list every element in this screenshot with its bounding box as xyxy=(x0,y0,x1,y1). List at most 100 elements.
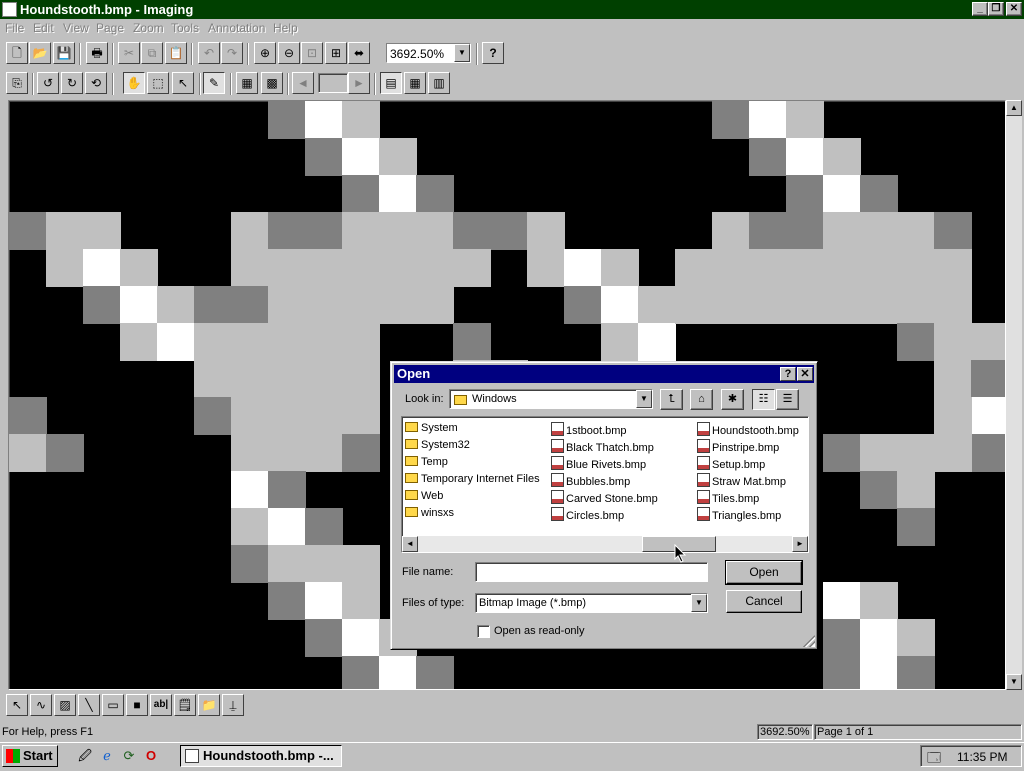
menu-help[interactable]: Help xyxy=(273,21,298,35)
new-icon[interactable]: 🗋 xyxy=(6,42,28,64)
list-item-folder[interactable]: Temporary Internet Files xyxy=(405,471,540,487)
chevron-down-icon[interactable]: ▼ xyxy=(636,390,652,408)
zoom-to-selection-icon[interactable]: ⊡ xyxy=(301,42,323,64)
list-view-icon[interactable]: ☷ xyxy=(752,389,775,410)
file-list[interactable]: System System32 Temp Temporary Internet … xyxy=(401,416,809,553)
annotation-toolbar-icon[interactable]: ✎ xyxy=(203,72,225,94)
paste-icon[interactable]: 📋 xyxy=(165,42,187,64)
text-from-file-icon[interactable]: 📁 xyxy=(198,694,220,716)
cut-icon[interactable]: ✂ xyxy=(118,42,140,64)
cancel-button[interactable]: Cancel xyxy=(726,590,802,613)
file-type-combo[interactable]: Bitmap Image (*.bmp) ▼ xyxy=(475,593,708,613)
redo-icon[interactable]: ↷ xyxy=(221,42,243,64)
drag-hand-icon[interactable]: ✋ xyxy=(123,72,145,94)
list-item-file[interactable]: Carved Stone.bmp xyxy=(551,488,658,505)
list-item-file[interactable]: Black Thatch.bmp xyxy=(551,437,654,454)
taskbar-task-houndstooth[interactable]: Houndstooth.bmp -... xyxy=(180,745,342,767)
text-icon[interactable]: ab| xyxy=(150,694,172,716)
hollow-rectangle-icon[interactable]: ▭ xyxy=(102,694,124,716)
best-fit-icon[interactable]: ⊞ xyxy=(325,42,347,64)
list-item-folder[interactable]: winsxs xyxy=(405,505,454,521)
fit-width-icon[interactable]: ⬌ xyxy=(348,42,370,64)
scroll-left-icon[interactable]: ◄ xyxy=(402,536,418,552)
dialog-title-bar[interactable]: Open ? ✕ xyxy=(394,365,814,383)
up-one-level-icon[interactable]: ⮤ xyxy=(660,389,683,410)
rubber-stamp-icon[interactable]: ⍊ xyxy=(222,694,244,716)
network-icon[interactable]: ⟳ xyxy=(120,747,138,765)
zoom-combo[interactable]: 3692.50% ▼ xyxy=(386,43,471,63)
freehand-line-icon[interactable]: ∿ xyxy=(30,694,52,716)
scan-insert-icon[interactable]: ▩ xyxy=(261,72,283,94)
scroll-right-icon[interactable]: ► xyxy=(792,536,808,552)
menu-zoom[interactable]: Zoom xyxy=(133,21,164,35)
menu-file[interactable]: File xyxy=(5,21,24,35)
file-name-field[interactable] xyxy=(475,562,708,582)
rotate-left-icon[interactable]: ↺ xyxy=(37,72,59,94)
clock[interactable]: 11:35 PM xyxy=(957,750,1007,764)
list-item-folder[interactable]: System32 xyxy=(405,437,470,453)
list-item-file[interactable]: Blue Rivets.bmp xyxy=(551,454,646,471)
minimize-button[interactable]: _ xyxy=(972,2,988,16)
filled-rectangle-icon[interactable]: ■ xyxy=(126,694,148,716)
scan-new-icon[interactable]: ▦ xyxy=(236,72,258,94)
chevron-down-icon[interactable]: ▼ xyxy=(454,44,470,62)
open-button[interactable]: Open xyxy=(725,560,803,585)
page-number-field[interactable] xyxy=(318,73,348,93)
highlighter-icon[interactable]: ▨ xyxy=(54,694,76,716)
menu-view[interactable]: View xyxy=(63,21,89,35)
menu-tools[interactable]: Tools xyxy=(171,21,199,35)
list-item-folder[interactable]: Temp xyxy=(405,454,448,470)
next-page-icon[interactable]: ► xyxy=(348,72,370,94)
desktop-icon[interactable]: ⌂ xyxy=(690,389,713,410)
help-icon[interactable]: ? xyxy=(482,42,504,64)
list-item-file[interactable]: 1stboot.bmp xyxy=(551,420,627,437)
menu-annotation[interactable]: Annotation xyxy=(208,21,265,35)
dialog-close-button[interactable]: ✕ xyxy=(797,367,813,381)
details-view-icon[interactable]: ☰ xyxy=(776,389,799,410)
menu-page[interactable]: Page xyxy=(96,21,124,35)
one-page-view-icon[interactable]: ▤ xyxy=(380,72,402,94)
list-item-file[interactable]: Pinstripe.bmp xyxy=(697,437,779,454)
scroll-up-icon[interactable]: ▲ xyxy=(1006,100,1022,116)
print-icon[interactable]: 🖶 xyxy=(86,42,108,64)
list-item-file[interactable]: Bubbles.bmp xyxy=(551,471,630,488)
previous-page-icon[interactable]: ◄ xyxy=(292,72,314,94)
save-icon[interactable]: 💾 xyxy=(53,42,75,64)
restore-button[interactable]: ❐ xyxy=(988,2,1004,16)
list-item-file[interactable]: Setup.bmp xyxy=(697,454,765,471)
annotation-pointer-icon[interactable]: ↖ xyxy=(6,694,28,716)
zoom-out-icon[interactable]: ⊖ xyxy=(278,42,300,64)
start-button[interactable]: Start xyxy=(2,745,58,767)
rotate-180-icon[interactable]: ⟲ xyxy=(85,72,107,94)
internet-explorer-icon[interactable]: ℯ xyxy=(98,747,116,765)
dialog-help-button[interactable]: ? xyxy=(780,367,796,381)
copy-icon[interactable]: ⧉ xyxy=(141,42,163,64)
select-image-icon[interactable]: ⬚ xyxy=(147,72,169,94)
list-item-folder[interactable]: Web xyxy=(405,488,443,504)
chevron-down-icon[interactable]: ▼ xyxy=(691,594,707,612)
opera-icon[interactable]: O xyxy=(142,747,160,765)
list-item-file[interactable]: Straw Mat.bmp xyxy=(697,471,786,488)
scroll-down-icon[interactable]: ▼ xyxy=(1006,674,1022,690)
undo-icon[interactable]: ↶ xyxy=(198,42,220,64)
look-in-combo[interactable]: Windows ▼ xyxy=(449,389,653,409)
app-icon[interactable] xyxy=(2,2,17,17)
annotation-select-icon[interactable]: ↖ xyxy=(172,72,194,94)
straight-line-icon[interactable]: ╲ xyxy=(78,694,100,716)
scan-icon[interactable]: ⎘ xyxy=(6,72,28,94)
list-item-file[interactable]: Tiles.bmp xyxy=(697,488,759,505)
list-item-folder[interactable]: System xyxy=(405,420,458,436)
read-only-checkbox[interactable] xyxy=(477,625,490,638)
new-folder-icon[interactable]: ✱ xyxy=(721,389,744,410)
zoom-in-icon[interactable]: ⊕ xyxy=(254,42,276,64)
vertical-scrollbar[interactable]: ▲ ▼ xyxy=(1006,100,1022,690)
list-item-file[interactable]: Houndstooth.bmp xyxy=(697,420,799,437)
close-button[interactable]: ✕ xyxy=(1006,2,1022,16)
list-item-file[interactable]: Triangles.bmp xyxy=(697,505,781,522)
show-desktop-icon[interactable]: 🖉 xyxy=(76,747,94,765)
open-folder-icon[interactable]: 📂 xyxy=(29,42,51,64)
list-item-file[interactable]: Circles.bmp xyxy=(551,505,624,522)
resize-grip[interactable] xyxy=(803,635,815,647)
thumbnail-view-icon[interactable]: ▦ xyxy=(404,72,426,94)
attach-a-note-icon[interactable]: 🗒 xyxy=(174,694,196,716)
